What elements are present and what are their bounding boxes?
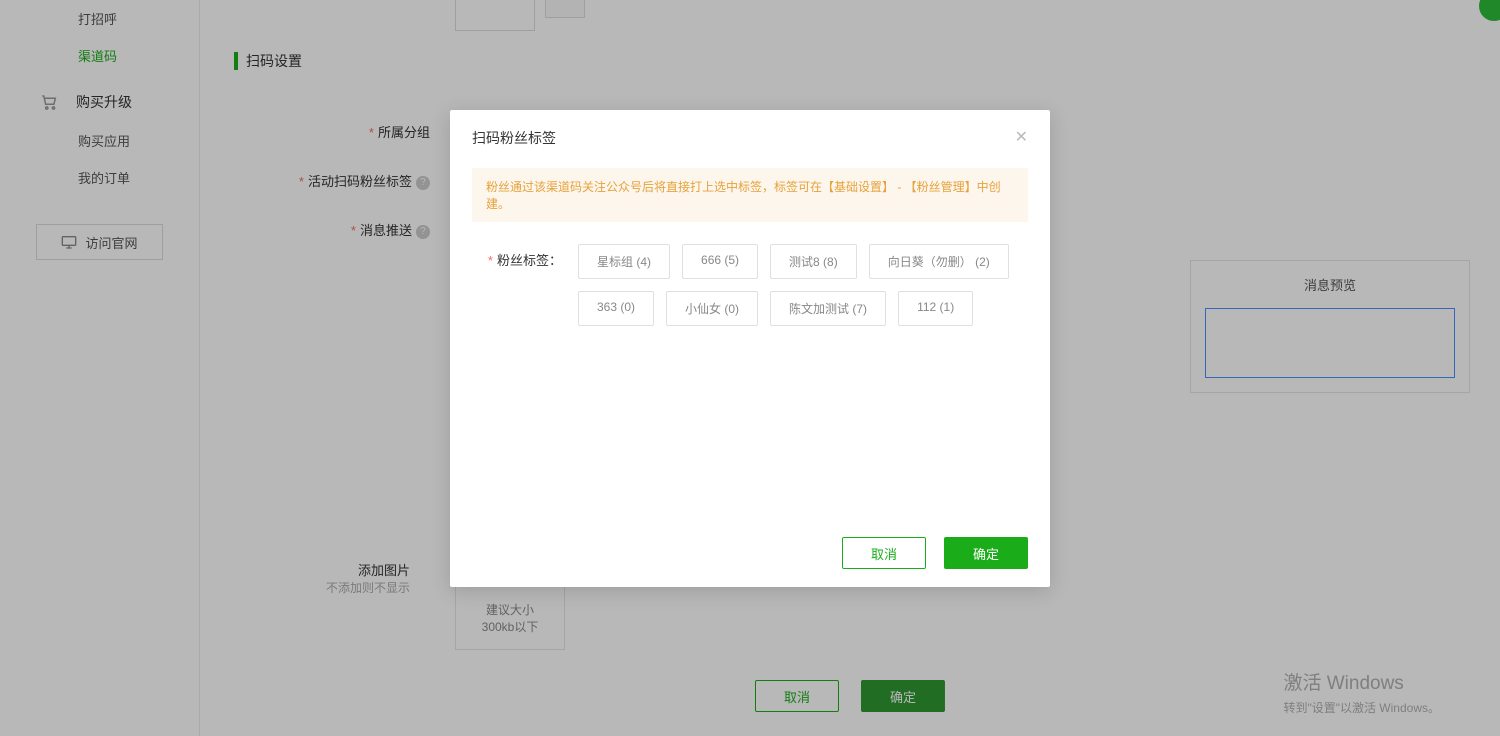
modal-confirm-button[interactable]: 确定 [944, 537, 1028, 569]
tag-chip[interactable]: 112 (1) [898, 291, 973, 326]
close-icon[interactable]: ✕ [1015, 130, 1028, 146]
tag-chip[interactable]: 测试8 (8) [770, 244, 857, 279]
modal-footer: 取消 确定 [450, 523, 1050, 587]
tag-chip[interactable]: 向日葵（勿删） (2) [869, 244, 1009, 279]
tag-chip[interactable]: 星标组 (4) [578, 244, 670, 279]
modal-body: 粉丝通过该渠道码关注公众号后将直接打上选中标签，标签可在【基础设置】 - 【粉丝… [450, 158, 1050, 523]
tag-chip[interactable]: 666 (5) [682, 244, 758, 279]
tag-chip[interactable]: 陈文加测试 (7) [770, 291, 886, 326]
tag-modal: 扫码粉丝标签 ✕ 粉丝通过该渠道码关注公众号后将直接打上选中标签，标签可在【基础… [450, 110, 1050, 587]
modal-cancel-button[interactable]: 取消 [842, 537, 926, 569]
tag-chip[interactable]: 363 (0) [578, 291, 654, 326]
required-mark: * [488, 253, 493, 268]
modal-header: 扫码粉丝标签 ✕ [450, 110, 1050, 158]
tag-chip[interactable]: 小仙女 (0) [666, 291, 758, 326]
modal-title: 扫码粉丝标签 [472, 128, 556, 148]
tag-list: 星标组 (4) 666 (5) 测试8 (8) 向日葵（勿删） (2) 363 … [578, 244, 1028, 326]
tag-field-label: *粉丝标签： [472, 244, 562, 269]
modal-tip: 粉丝通过该渠道码关注公众号后将直接打上选中标签，标签可在【基础设置】 - 【粉丝… [472, 168, 1028, 222]
